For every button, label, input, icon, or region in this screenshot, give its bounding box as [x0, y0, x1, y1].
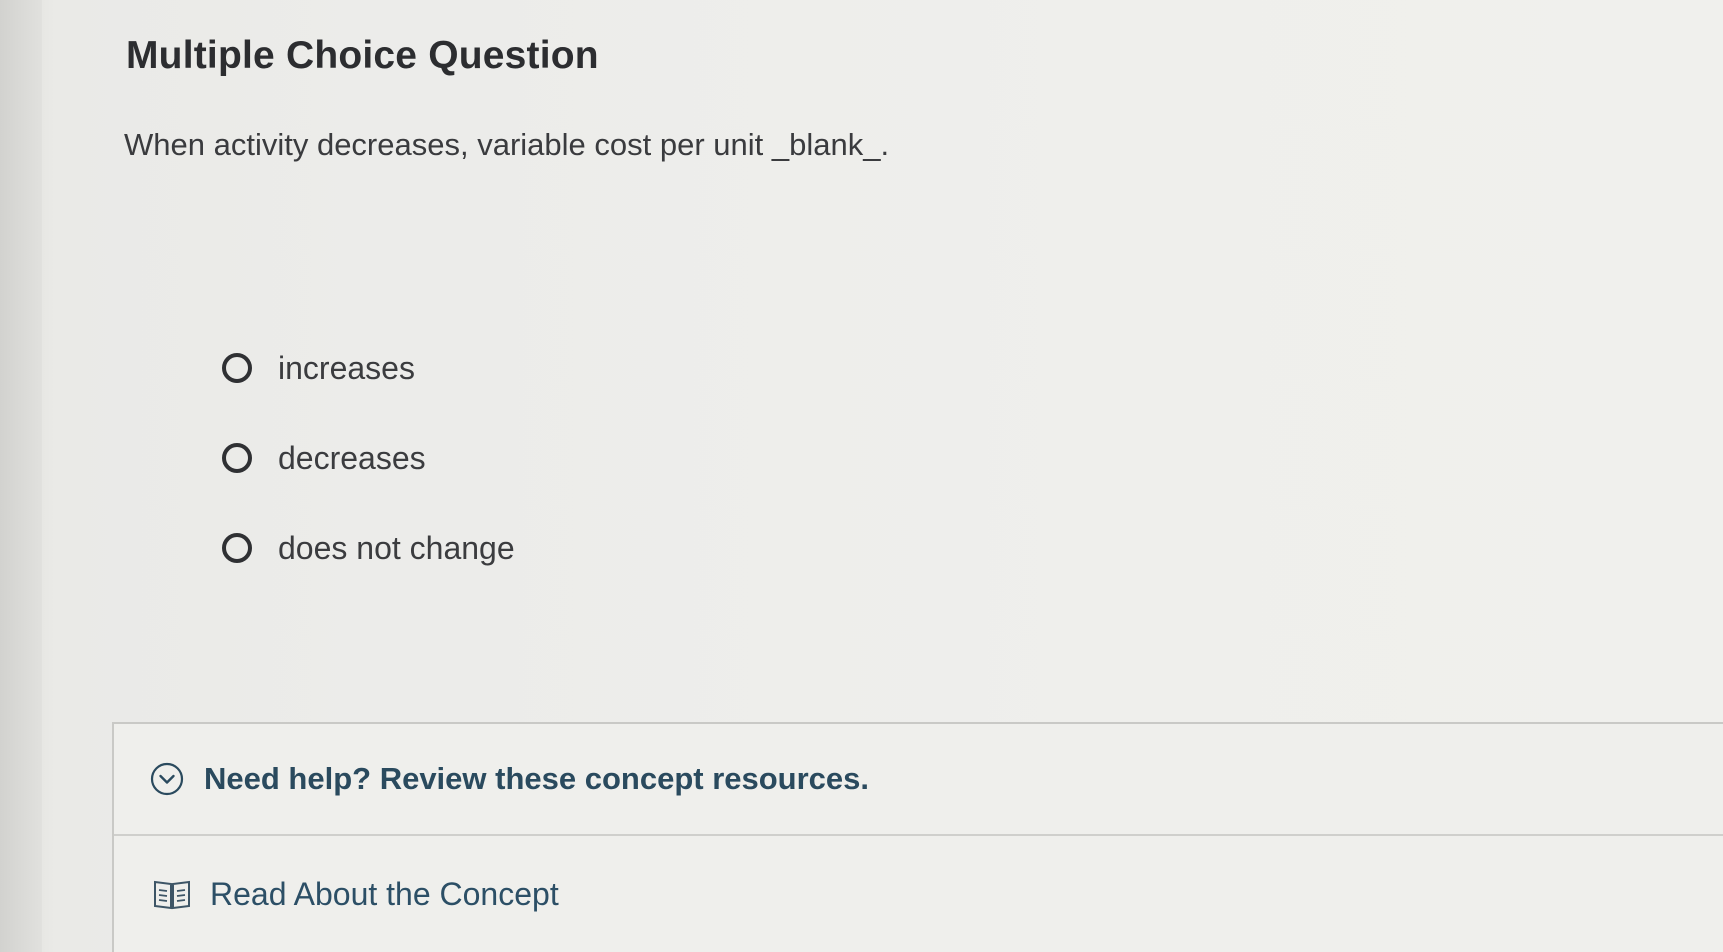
answer-option-does-not-change[interactable]: does not change [222, 518, 515, 578]
need-help-label: Need help? Review these concept resource… [204, 761, 870, 796]
question-prompt: When activity decreases, variable cost p… [124, 127, 890, 162]
chevron-down-circle-icon [150, 762, 184, 796]
concept-resources-panel: Need help? Review these concept resource… [112, 722, 1723, 952]
need-help-toggle[interactable]: Need help? Review these concept resource… [114, 724, 1723, 836]
read-about-concept-link[interactable]: Read About the Concept [114, 836, 1723, 952]
radio-button[interactable] [222, 533, 252, 563]
read-about-concept-label: Read About the Concept [210, 875, 559, 912]
answer-option-increases[interactable]: increases [222, 338, 515, 398]
answer-option-label: does not change [278, 529, 515, 566]
answer-options: increases decreases does not change [222, 338, 515, 608]
answer-option-label: increases [278, 349, 415, 386]
screen: Multiple Choice Question When activity d… [0, 0, 1723, 952]
radio-button[interactable] [222, 443, 252, 473]
book-icon [154, 880, 190, 910]
answer-option-label: decreases [278, 439, 426, 476]
left-edge-shadow [0, 0, 42, 952]
answer-option-decreases[interactable]: decreases [222, 428, 515, 488]
page-title: Multiple Choice Question [126, 34, 599, 77]
radio-button[interactable] [222, 353, 252, 383]
